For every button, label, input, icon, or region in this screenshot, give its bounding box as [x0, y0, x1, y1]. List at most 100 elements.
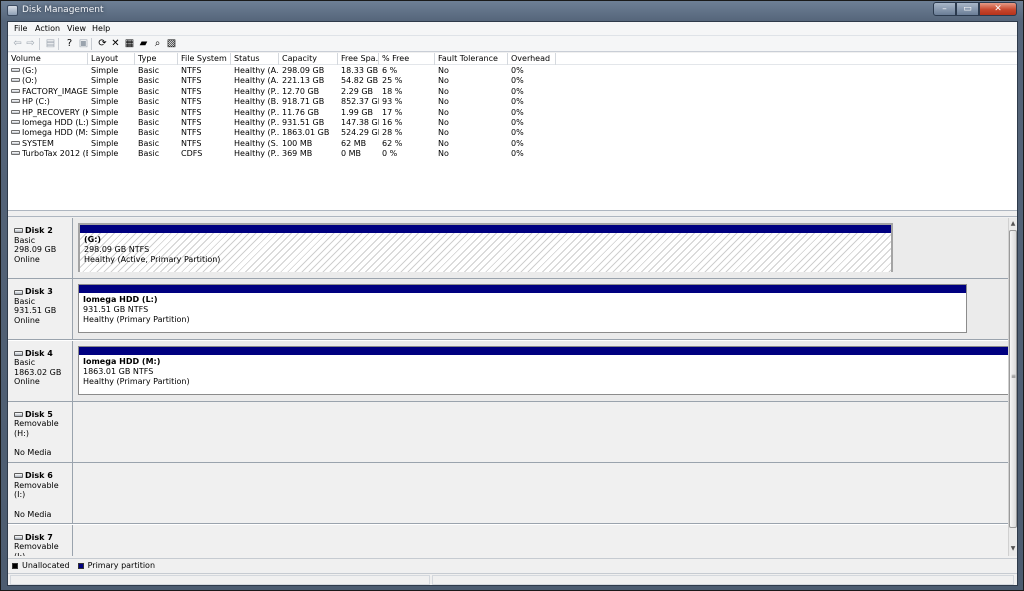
disk-name: Disk 3	[14, 287, 72, 297]
disk-info-panel[interactable]: Disk 5 Removable (H:) No Media	[8, 401, 73, 462]
menu-help[interactable]: Help	[92, 24, 110, 33]
partition-block[interactable]: Iomega HDD (M:) 1863.01 GB NTFS Healthy (P…	[78, 345, 1008, 395]
primary-partition-bar	[79, 285, 966, 294]
pane-splitter[interactable]	[8, 211, 1017, 217]
disk-icon	[14, 228, 23, 234]
column-header-volume[interactable]: Volume	[8, 53, 88, 65]
volume-cell-text: 0%	[511, 66, 524, 75]
volume-row[interactable]: Iomega HDD (L:) Simple Basic NTFS Healthy (P…	[8, 118, 1017, 128]
maximize-button[interactable]: ▭	[956, 2, 979, 16]
column-header-status[interactable]: Status	[231, 53, 279, 65]
volume-cell-capacity: 298.09 GB	[279, 66, 338, 76]
volume-row[interactable]: Iomega HDD (M:) Simple Basic NTFS Healthy (P…	[8, 128, 1017, 138]
column-header-layout[interactable]: Layout	[88, 53, 135, 65]
disk-info-panel[interactable]: Disk 2 Basic 298.09 GB Online	[8, 218, 73, 278]
volume-cell-fault-tolerance: No	[435, 149, 508, 159]
volume-row[interactable]: (O:) Simple Basic NTFS Healthy (A... 221.13 G…	[8, 76, 1017, 86]
volume-cell-text: Basic	[138, 138, 160, 148]
volume-row[interactable]: SYSTEM Simple Basic NTFS Healthy (S... 100 MB…	[8, 139, 1017, 149]
disk-partition-area	[73, 524, 1008, 556]
column-header-free-space[interactable]: Free Spa...	[338, 53, 379, 65]
scrollbar-thumb[interactable]: ≡	[1009, 230, 1017, 528]
volume-cell-type: Basic	[135, 139, 178, 149]
menu-action[interactable]: Action	[35, 24, 60, 33]
caption-buttons: – ▭ ✕	[933, 2, 1017, 16]
volume-row[interactable]: FACTORY_IMAGE ...Simple Basic NTFS Healthy …	[8, 87, 1017, 97]
volume-cell-percent-free: 28 %	[379, 128, 435, 138]
legend-item: Unallocated	[12, 561, 70, 570]
disk-row-disk-3: Disk 3 Basic 931.51 GB Online Iomega HDD (L:…	[8, 279, 1008, 341]
disk-info-panel[interactable]: Disk 7Removable (J:) No Media	[8, 524, 73, 556]
help-icon[interactable]: ?	[64, 38, 75, 49]
column-header-file-system[interactable]: File System	[178, 53, 231, 65]
volume-cell-text: 0 %	[382, 149, 398, 159]
volume-cell-free-space: 147.38 GB	[338, 118, 379, 128]
disk-info-panel[interactable]: Disk 6 Removable (I:) No Media	[8, 463, 73, 524]
volume-cell-volume: TurboTax 2012 (E:)	[8, 149, 88, 159]
volume-row[interactable]: HP (C:) Simple Basic NTFS Healthy (B... 918.7…	[8, 97, 1017, 107]
volume-row[interactable]: (G:) Simple Basic NTFS Healthy (A... 298.09 G…	[8, 66, 1017, 76]
volume-cell-type: Basic	[135, 108, 178, 118]
close-button[interactable]: ✕	[979, 2, 1017, 16]
disk-type: Removable (H:)	[14, 419, 59, 439]
partition-block[interactable]: (G:) 298.09 GB NTFS Healthy (Active, Prima…	[78, 223, 893, 272]
volume-row[interactable]: TurboTax 2012 (E:)Simple Basic CDFS Healthy…	[8, 149, 1017, 159]
volume-cell-volume: HP (C:)	[8, 97, 88, 107]
volume-cell-text: (G:)	[22, 66, 38, 75]
menu-view[interactable]: View	[67, 24, 86, 33]
refresh-icon[interactable]: ⟳	[97, 38, 108, 49]
show-hide-action-pane-icon[interactable]: ▣	[78, 38, 89, 49]
forward-icon[interactable]: ⇨	[25, 38, 36, 49]
column-header-capacity[interactable]: Capacity	[279, 53, 338, 65]
volume-cell-percent-free: 0 %	[379, 149, 435, 159]
column-header-percent-free[interactable]: % Free	[379, 53, 435, 65]
volume-cell-text: 0%	[511, 118, 524, 127]
toolbar-separator	[39, 38, 40, 50]
open-icon[interactable]: ▰	[138, 38, 149, 49]
volume-cell-file-system: CDFS	[178, 149, 231, 159]
volume-row[interactable]: HP_RECOVERY (K:)Simple Basic NTFS Healthy (…	[8, 108, 1017, 118]
column-header-overhead[interactable]: Overhead	[508, 53, 556, 65]
drive-icon	[11, 120, 20, 124]
volume-cell-text: NTFS	[181, 138, 202, 148]
volume-cell-text: Healthy (P...	[234, 149, 279, 159]
volume-cell-text: 0%	[511, 86, 524, 96]
volume-cell-text: 0%	[511, 149, 524, 159]
disk-icon	[14, 412, 23, 418]
partition-block[interactable]: Iomega HDD (L:) 931.51 GB NTFS Healthy (Pr…	[78, 284, 967, 334]
disk-info-panel[interactable]: Disk 4 Basic 1863.02 GB Online	[8, 340, 73, 401]
volume-cell-overhead: 0%	[508, 118, 556, 128]
volume-cell-percent-free: 6 %	[379, 66, 435, 76]
scroll-up-arrow-icon[interactable]: ▲	[1009, 219, 1017, 229]
show-hide-console-tree-icon[interactable]: ▤	[45, 38, 56, 49]
volume-cell-text: HP (C:)	[22, 97, 50, 107]
disk-management-app-icon[interactable]	[7, 5, 18, 16]
column-header-fault-tolerance[interactable]: Fault Tolerance	[435, 53, 508, 65]
volume-cell-text: NTFS	[181, 76, 202, 86]
partition-details: (G:) 298.09 GB NTFS Healthy (Active, Prima…	[80, 233, 891, 272]
volume-cell-overhead: 0%	[508, 76, 556, 86]
volume-cell-text: No	[438, 118, 449, 127]
volume-list-header: Volume Layout Type File System Status Capacit…	[8, 53, 1017, 65]
scroll-down-arrow-icon[interactable]: ▼	[1009, 544, 1017, 554]
title-bar[interactable]: Disk Management – ▭ ✕	[1, 1, 1024, 21]
column-header-type[interactable]: Type	[135, 53, 178, 65]
volume-cell-text: 221.13 GB	[282, 76, 325, 86]
volume-cell-text: No	[438, 97, 449, 107]
back-icon[interactable]: ⇦	[12, 38, 23, 49]
rescan-disks-icon[interactable]: ▧	[166, 38, 177, 49]
disk-info-panel[interactable]: Disk 3 Basic 931.51 GB Online	[8, 279, 73, 340]
delete-icon[interactable]: ✕	[110, 38, 121, 49]
volume-cell-text: 16 %	[382, 118, 403, 127]
disk-view-scrollbar[interactable]: ▲ ≡ ▼	[1008, 218, 1017, 556]
properties-icon[interactable]: ▦	[124, 38, 135, 49]
volume-cell-percent-free: 17 %	[379, 108, 435, 118]
minimize-button[interactable]: –	[933, 2, 956, 16]
client-area: File Action View Help ⇦ ⇨ ▤? ▣ ⟳ ✕ ▦ ▰ ⌕ ▧ Volume…	[7, 21, 1018, 586]
disk-icon	[14, 350, 23, 356]
explore-icon[interactable]: ⌕	[152, 38, 163, 49]
volume-cell-text: 62 %	[382, 138, 403, 148]
primary-partition-bar	[79, 346, 1008, 355]
volume-cell-text: 1.99 GB	[341, 107, 374, 117]
menu-file[interactable]: File	[14, 24, 27, 33]
